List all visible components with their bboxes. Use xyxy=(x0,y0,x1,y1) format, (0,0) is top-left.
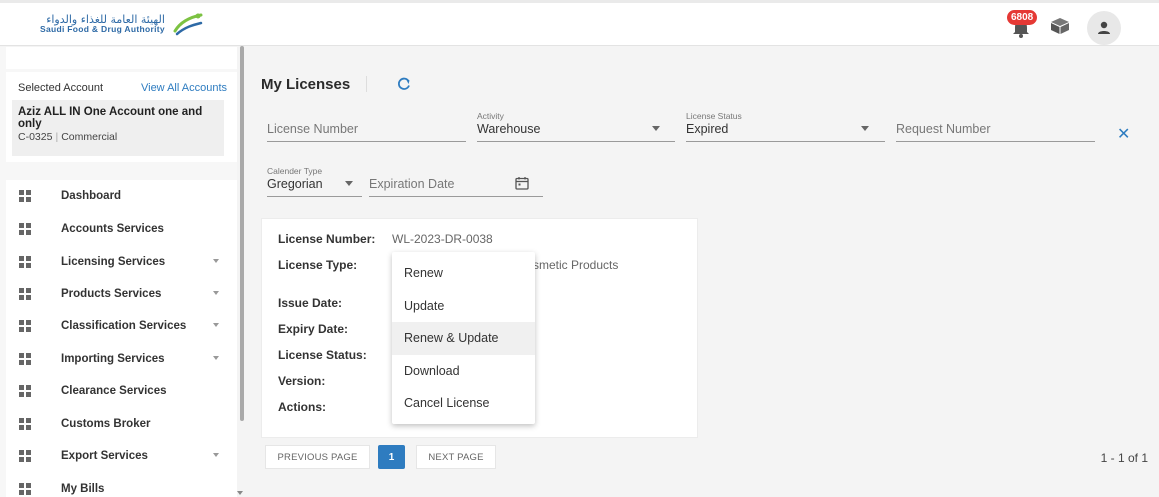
license-number-field[interactable]: License Number xyxy=(267,111,466,143)
user-avatar[interactable] xyxy=(1087,11,1121,45)
account-code: C-0325 xyxy=(18,131,53,143)
sidebar-item-export-services[interactable]: Export Services xyxy=(6,440,237,472)
top-header: الهيئة العامة للغذاء والدواء Saudi Food … xyxy=(0,0,1159,46)
account-name: Aziz ALL IN One Account one and only xyxy=(18,106,203,130)
sidebar-item-my-bills[interactable]: My Bills xyxy=(6,473,237,497)
sidebar-item-label: Dashboard xyxy=(61,190,122,202)
sidebar-item-label: My Bills xyxy=(61,483,105,495)
next-page-button[interactable]: NEXT PAGE xyxy=(416,445,496,469)
refresh-icon[interactable] xyxy=(396,76,412,97)
grid-icon xyxy=(19,320,31,332)
license-status-label: License Status xyxy=(686,111,742,121)
issue-date-label: Issue Date: xyxy=(278,296,343,310)
sidebar-scrollbar[interactable] xyxy=(240,46,244,421)
license-status-select[interactable]: License Status Expired xyxy=(686,111,885,143)
menu-item-renew-and-update[interactable]: Renew & Update xyxy=(392,322,535,355)
actions-dropdown-menu: Renew Update Renew & Update Download Can… xyxy=(392,252,535,424)
calendar-type-value: Gregorian xyxy=(267,177,323,191)
sfda-logo[interactable]: الهيئة العامة للغذاء والدواء Saudi Food … xyxy=(40,11,205,37)
account-card[interactable]: Aziz ALL IN One Account one and only C-0… xyxy=(12,100,224,156)
grid-icon xyxy=(19,483,31,495)
license-number-placeholder: License Number xyxy=(267,122,359,136)
dropdown-caret-icon xyxy=(345,181,353,186)
sidebar-item-customs-broker[interactable]: Customs Broker xyxy=(6,408,237,440)
activity-value: Warehouse xyxy=(477,122,541,136)
sidebar-item-label: Licensing Services xyxy=(61,256,166,268)
grid-icon xyxy=(19,450,31,462)
grid-icon xyxy=(19,190,31,202)
user-icon xyxy=(1098,21,1110,34)
sidebar-item-label: Accounts Services xyxy=(61,223,164,235)
activity-label: Activity xyxy=(477,111,504,121)
actions-label: Actions: xyxy=(278,400,326,414)
request-number-field[interactable]: Request Number xyxy=(896,111,1095,143)
logo-english-text: Saudi Food & Drug Authority xyxy=(40,24,165,35)
grid-icon xyxy=(19,256,31,268)
menu-item-cancel-license[interactable]: Cancel License xyxy=(392,387,535,420)
sidebar-item-importing-services[interactable]: Importing Services xyxy=(6,343,237,375)
dropdown-caret-icon xyxy=(652,126,660,131)
activity-select[interactable]: Activity Warehouse xyxy=(477,111,675,143)
license-status-value: Expired xyxy=(686,122,729,136)
menu-item-renew[interactable]: Renew xyxy=(392,257,535,290)
sidebar-item-accounts-services[interactable]: Accounts Services xyxy=(6,213,237,245)
chevron-down-icon xyxy=(213,453,219,457)
package-icon[interactable] xyxy=(1049,17,1071,40)
sidebar: Selected Account View All Accounts Aziz … xyxy=(0,47,237,497)
calendar-type-label: Calender Type xyxy=(267,166,323,176)
page-title: My Licenses xyxy=(261,76,351,93)
license-type-label: License Type: xyxy=(278,258,358,272)
sidebar-item-label: Products Services xyxy=(61,288,162,300)
chevron-down-icon xyxy=(213,259,219,263)
dropdown-caret-icon xyxy=(861,126,869,131)
menu-item-update[interactable]: Update xyxy=(392,290,535,323)
sidebar-item-label: Clearance Services xyxy=(61,385,167,397)
chevron-down-icon xyxy=(213,323,219,327)
grid-icon xyxy=(19,353,31,365)
selected-account-panel: Selected Account View All Accounts Aziz … xyxy=(6,72,237,162)
license-status-row-label: License Status: xyxy=(278,348,367,362)
notification-count-badge: 6808 xyxy=(1007,10,1038,25)
grid-icon xyxy=(19,418,31,430)
grid-icon xyxy=(19,385,31,397)
expiration-date-field[interactable]: Expiration Date xyxy=(369,166,543,198)
license-number-label: License Number: xyxy=(278,232,376,246)
license-type-value: smetic Products xyxy=(533,258,619,272)
calendar-type-select[interactable]: Calender Type Gregorian xyxy=(267,166,362,198)
sidebar-item-label: Customs Broker xyxy=(61,418,151,430)
expiry-date-label: Expiry Date: xyxy=(278,322,349,336)
scroll-down-arrow-icon[interactable] xyxy=(237,491,243,495)
chevron-down-icon xyxy=(213,356,219,360)
request-number-placeholder: Request Number xyxy=(896,122,991,136)
sidebar-item-products-services[interactable]: Products Services xyxy=(6,278,237,310)
sidebar-item-label: Importing Services xyxy=(61,353,165,365)
expiration-date-placeholder: Expiration Date xyxy=(369,177,455,191)
results-count: 1 - 1 of 1 xyxy=(1100,451,1148,465)
sidebar-item-dashboard[interactable]: Dashboard xyxy=(6,180,237,212)
view-all-accounts-link[interactable]: View All Accounts xyxy=(141,82,227,94)
sidebar-item-classification-services[interactable]: Classification Services xyxy=(6,310,237,342)
notifications-bell-icon[interactable]: 6808 xyxy=(1007,10,1038,41)
grid-icon xyxy=(19,223,31,235)
sidebar-item-licensing-services[interactable]: Licensing Services xyxy=(6,246,237,278)
clear-filters-close-icon[interactable]: ✕ xyxy=(1117,124,1130,144)
sidebar-menu: Dashboard Accounts Services Licensing Se… xyxy=(6,180,237,497)
account-type: Commercial xyxy=(61,131,118,143)
sfda-emblem-icon xyxy=(173,13,203,36)
selected-account-label: Selected Account xyxy=(18,82,104,94)
sidebar-item-label: Export Services xyxy=(61,450,148,462)
menu-item-download[interactable]: Download xyxy=(392,355,535,388)
sidebar-item-clearance-services[interactable]: Clearance Services xyxy=(6,375,237,407)
version-label: Version: xyxy=(278,374,326,388)
license-number-value: WL-2023-DR-0038 xyxy=(392,232,493,246)
grid-icon xyxy=(19,288,31,300)
calendar-icon[interactable] xyxy=(515,176,529,190)
page-number-button[interactable]: 1 xyxy=(378,445,405,469)
sidebar-item-label: Classification Services xyxy=(61,320,187,332)
previous-page-button[interactable]: PREVIOUS PAGE xyxy=(265,445,370,469)
chevron-down-icon xyxy=(213,291,219,295)
